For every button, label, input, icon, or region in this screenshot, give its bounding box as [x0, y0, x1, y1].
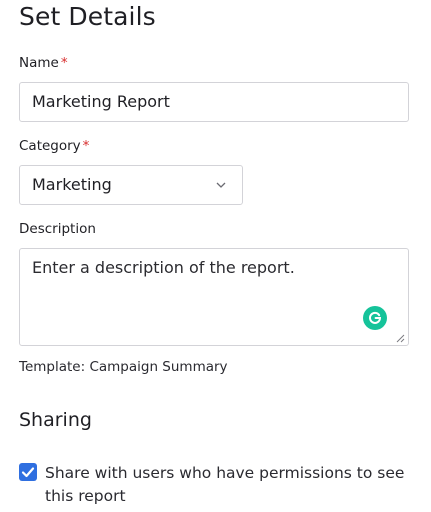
- resize-handle-icon[interactable]: [396, 334, 405, 343]
- sharing-heading: Sharing: [19, 409, 92, 431]
- category-selected-value: Marketing: [32, 175, 112, 194]
- template-text: Template: Campaign Summary: [19, 359, 228, 375]
- name-label: Name *: [19, 55, 68, 71]
- name-field-value: Marketing Report: [32, 92, 170, 111]
- checkmark-icon: [21, 467, 35, 478]
- name-label-text: Name: [19, 55, 59, 71]
- description-field[interactable]: Enter a description of the report.: [19, 248, 409, 346]
- share-checkbox-label[interactable]: Share with users who have permissions to…: [45, 462, 415, 508]
- category-label: Category *: [19, 138, 89, 154]
- required-mark: *: [82, 138, 90, 154]
- category-label-text: Category: [19, 138, 81, 154]
- required-mark: *: [60, 55, 68, 71]
- share-checkbox[interactable]: [19, 463, 37, 481]
- page-title: Set Details: [19, 2, 156, 31]
- set-details-page: Set Details Name * Marketing Report Categ…: [0, 0, 431, 512]
- grammarly-g-glyph: [369, 311, 382, 324]
- category-select[interactable]: Marketing: [19, 165, 243, 205]
- description-placeholder: Enter a description of the report.: [32, 258, 295, 277]
- name-field[interactable]: Marketing Report: [19, 82, 409, 122]
- grammarly-icon[interactable]: [363, 306, 387, 330]
- description-label: Description: [19, 221, 96, 237]
- chevron-down-icon: [216, 182, 226, 188]
